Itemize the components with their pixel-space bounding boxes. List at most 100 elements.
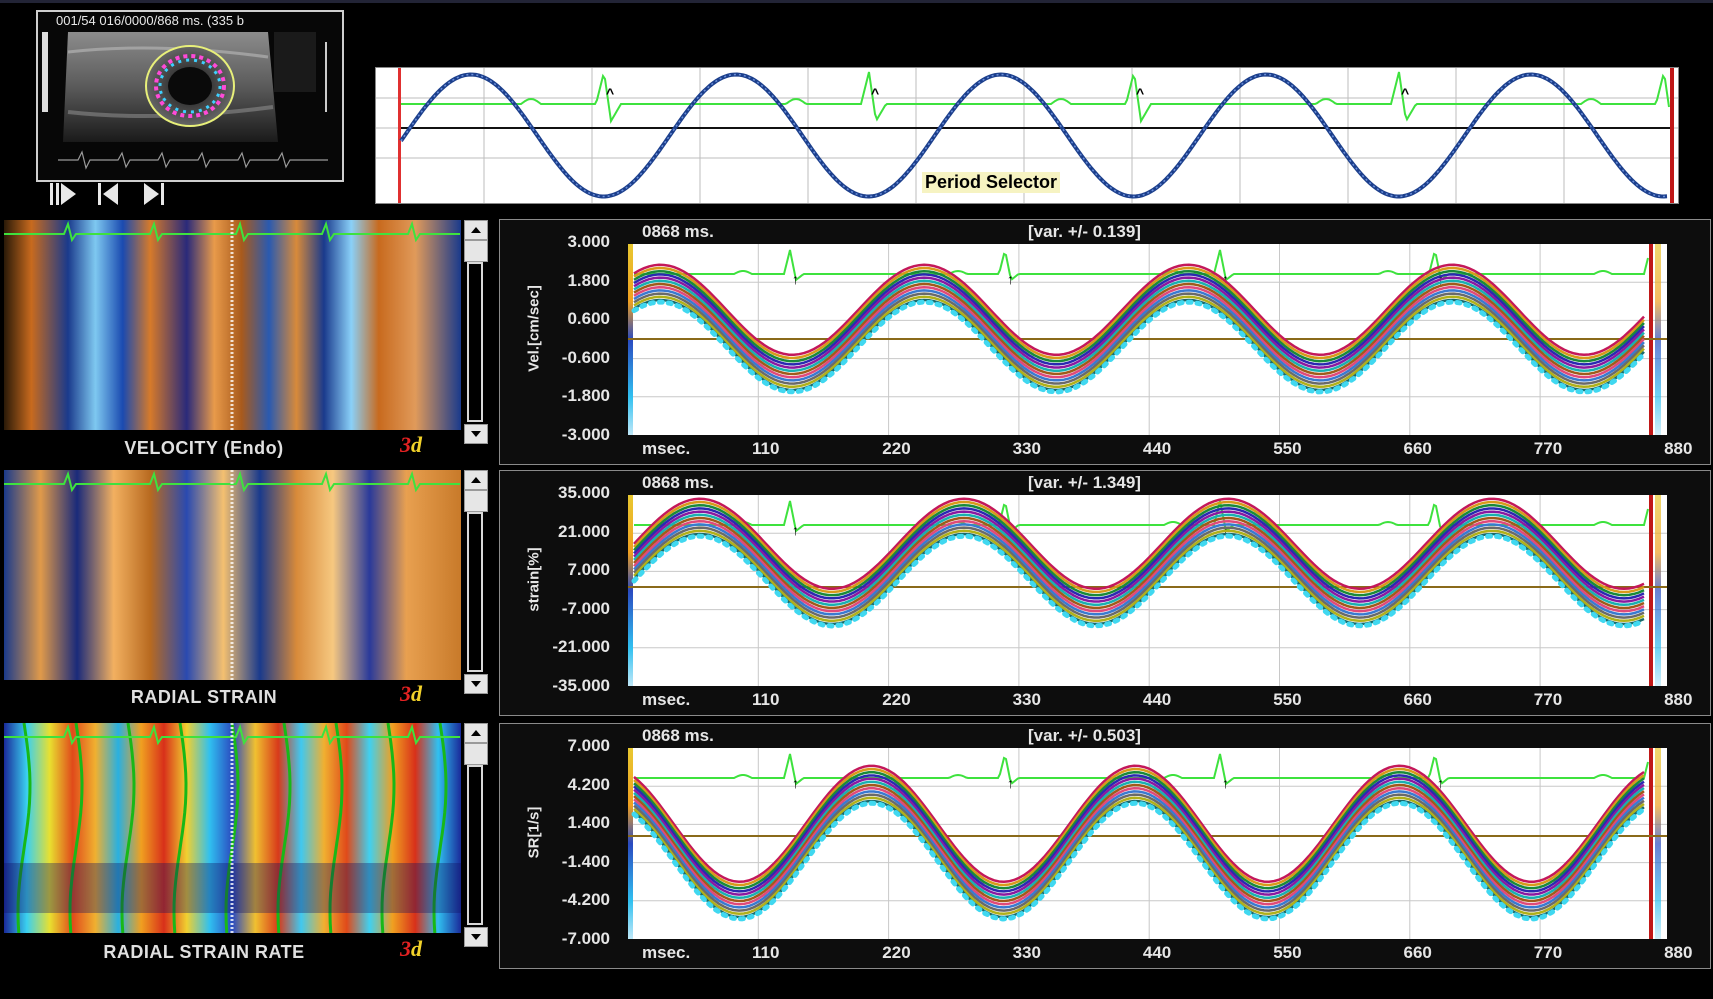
scroll-down-button[interactable] [464, 927, 488, 947]
scroll-up-button[interactable] [464, 220, 488, 240]
plot-svg: ↑ ↑ ↑ ↑ [628, 244, 1667, 435]
x-tick-label: 770 [1533, 943, 1563, 962]
x-tick-label: 880 [1664, 690, 1693, 709]
x-tick-label: 330 [1012, 439, 1041, 458]
play-button[interactable] [48, 180, 78, 208]
plot-svg: ↑ ↑ ↑ ↑ [628, 748, 1667, 939]
x-tick-label: 660 [1403, 943, 1432, 962]
period-end-marker[interactable] [1670, 68, 1674, 203]
3d-logo-digit: 3 [400, 432, 411, 457]
end-marker[interactable] [1649, 748, 1653, 939]
strip-label: VELOCITY (Endo) [124, 438, 284, 458]
x-tick-label: 660 [1403, 690, 1432, 709]
x-tick-label: 110 [752, 690, 780, 709]
ecg-trace [634, 249, 1649, 282]
x-tick-label: 110 [752, 943, 780, 962]
x-tick-label: 880 [1664, 439, 1693, 458]
y-tick-label: -0.600 [561, 347, 610, 367]
x-unit-label: msec. [642, 690, 691, 709]
scroll-down-button[interactable] [464, 674, 488, 694]
thumbnail-header: 001/54 016/0000/868 ms. (335 b [56, 13, 244, 28]
arrow-down-icon [471, 681, 481, 687]
panel-variance: [var. +/- 0.139] [1028, 222, 1141, 241]
scroll-track[interactable] [467, 262, 483, 422]
3d-logo-letter: d [411, 432, 422, 457]
3d-logo-digit: 3 [400, 936, 411, 961]
arrow-down-icon [471, 934, 481, 940]
y-tick-label: 1.800 [567, 270, 610, 290]
r-peak-marker: ↑ [792, 775, 799, 791]
scroll-up-button[interactable] [464, 723, 488, 743]
mmode-strip-image [4, 470, 461, 680]
r-peak-marker: ^ [606, 85, 614, 101]
color-scale-bar-right [1655, 495, 1661, 686]
mmode-strip[interactable] [4, 470, 461, 680]
scroll-track[interactable] [467, 512, 483, 672]
x-unit-label: msec. [642, 943, 691, 962]
scroll-down-button[interactable] [464, 424, 488, 444]
x-tick-label: 220 [882, 943, 911, 962]
y-tick-label: -21.000 [552, 637, 610, 656]
ultrasound-thumbnail[interactable]: 001/54 016/0000/868 ms. (335 b [36, 10, 344, 182]
3d-logo: 3d [400, 432, 422, 458]
color-scale-bar-right [1655, 748, 1661, 939]
3d-logo-letter: d [411, 936, 422, 961]
y-tick-label: -1.400 [561, 851, 610, 871]
x-tick-label: 440 [1142, 690, 1172, 709]
x-tick-label: 770 [1533, 690, 1563, 709]
y-tick-label: -1.800 [561, 386, 610, 405]
3d-logo: 3d [400, 936, 422, 962]
x-tick-label: 110 [752, 439, 780, 458]
3d-logo-digit: 3 [400, 681, 411, 706]
panel-time: 0868 ms. [642, 726, 714, 745]
mmode-strip[interactable] [4, 723, 461, 933]
arrow-up-icon [471, 730, 481, 736]
x-tick-label: 660 [1403, 439, 1432, 458]
plot-area[interactable]: ↑ ↑ ↑ ↑ [628, 495, 1667, 686]
r-peak-marker: ↑ [1222, 775, 1229, 791]
step-forward-button[interactable] [138, 180, 168, 208]
scroll-thumb[interactable] [464, 743, 488, 765]
y-tick-label: 7.000 [567, 736, 610, 755]
scroll-thumb[interactable] [464, 490, 488, 512]
period-start-marker[interactable] [398, 68, 401, 203]
strip-scrollbar[interactable] [462, 721, 488, 947]
graph-panel[interactable]: 0868 ms. [var. +/- 1.349] strain[%] 35.000 2… [499, 470, 1711, 716]
r-peak-marker: ^ [1401, 85, 1409, 101]
strip-label: RADIAL STRAIN [130, 687, 278, 707]
plot-area[interactable]: ↑ ↑ ↑ ↑ [628, 748, 1667, 939]
mmode-strip-image [4, 220, 461, 430]
color-scale-bar [628, 748, 633, 939]
strip-scrollbar[interactable] [462, 218, 488, 444]
strip-scrollbar[interactable] [462, 468, 488, 694]
r-peak-marker: ↑ [1007, 271, 1014, 287]
mmode-strip[interactable] [4, 220, 461, 430]
y-tick-label: 1.400 [567, 813, 610, 832]
x-tick-label: 220 [882, 690, 911, 709]
step-back-icon [98, 183, 118, 205]
scroll-track[interactable] [467, 765, 483, 925]
end-marker[interactable] [1649, 495, 1653, 686]
play-from-start-icon [50, 183, 76, 205]
y-tick-label: -4.200 [561, 890, 610, 909]
r-peak-marker: ↑ [1007, 775, 1014, 791]
y-tick-label: -7.000 [561, 598, 610, 618]
y-tick-label: 0.600 [567, 309, 610, 328]
graph-panel[interactable]: 0868 ms. [var. +/- 0.139] Vel.[cm/sec] 3.00… [499, 219, 1711, 465]
period-selector[interactable]: ^ ^ ^ ^ Period Selector [375, 67, 1679, 204]
scroll-up-button[interactable] [464, 470, 488, 490]
arrow-down-icon [471, 431, 481, 437]
graph-panel[interactable]: 0868 ms. [var. +/- 0.503] SR[1/s] 7.000 4.20… [499, 723, 1711, 969]
panel-time: 0868 ms. [642, 222, 714, 241]
x-tick-label: 880 [1664, 943, 1693, 962]
r-peak-marker: ↑ [792, 522, 799, 538]
r-peak-marker: ↑ [792, 271, 799, 287]
plot-area[interactable]: ↑ ↑ ↑ ↑ [628, 244, 1667, 435]
panel-time: 0868 ms. [642, 473, 714, 492]
3d-logo: 3d [400, 681, 422, 707]
x-tick-label: 440 [1142, 439, 1172, 458]
scroll-thumb[interactable] [464, 240, 488, 262]
r-peak-marker: ^ [871, 85, 879, 101]
3d-logo-letter: d [411, 681, 422, 706]
step-back-button[interactable] [94, 180, 124, 208]
